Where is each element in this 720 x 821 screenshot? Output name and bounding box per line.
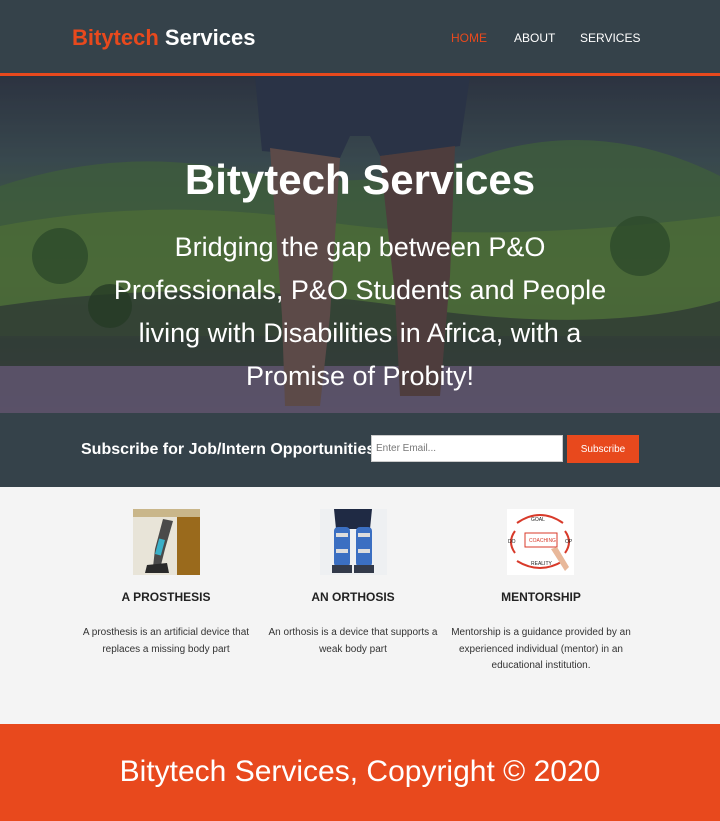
box-title: MENTORSHIP	[501, 590, 581, 604]
svg-text:GOAL: GOAL	[531, 517, 545, 523]
svg-text:REALITY: REALITY	[531, 561, 553, 567]
coaching-image: GOAL COACHING DO OP REALITY	[507, 509, 574, 575]
email-input[interactable]	[371, 435, 563, 462]
hero-subtitle: Bridging the gap between P&O Professiona…	[113, 232, 607, 391]
subscribe-button[interactable]: Subscribe	[567, 435, 639, 463]
site-logo[interactable]: Bitytech Services	[72, 25, 255, 51]
orthosis-image	[320, 509, 387, 575]
showcase-hero: Bitytech Services Bridging the gap betwe…	[0, 76, 720, 413]
box-text: A prosthesis is an artificial device tha…	[82, 627, 250, 655]
box-title: AN ORTHOSIS	[311, 590, 395, 604]
newsletter-section: Subscribe for Job/Intern Opportunities S…	[0, 413, 720, 487]
newsletter-label: Subscribe for Job/Intern Opportunities	[81, 441, 376, 458]
site-header: Bitytech Services HOME ABOUT SERVICES	[0, 0, 720, 76]
services-boxes: A PROSTHESIS A prosthesis is an artifici…	[0, 487, 720, 724]
nav-home-link[interactable]: HOME	[451, 31, 487, 45]
logo-highlight: Bitytech	[72, 25, 159, 50]
svg-text:COACHING: COACHING	[529, 538, 556, 544]
prosthesis-image	[133, 509, 200, 575]
nav-about-link[interactable]: ABOUT	[514, 31, 555, 45]
footer-copyright: Bitytech Services, Copyright © 2020	[119, 755, 601, 788]
site-footer: Bitytech Services, Copyright © 2020	[0, 724, 720, 821]
box-title: A PROSTHESIS	[121, 590, 211, 604]
hero-title: Bitytech Services	[184, 156, 536, 203]
nav-services-link[interactable]: SERVICES	[580, 31, 640, 45]
svg-text:OP: OP	[565, 539, 573, 545]
box-text: Mentorship is a guidance provided by an …	[451, 627, 631, 671]
logo-text: Services	[158, 25, 256, 50]
box-text: An orthosis is a device that supports a …	[268, 627, 438, 655]
svg-text:DO: DO	[508, 539, 516, 545]
